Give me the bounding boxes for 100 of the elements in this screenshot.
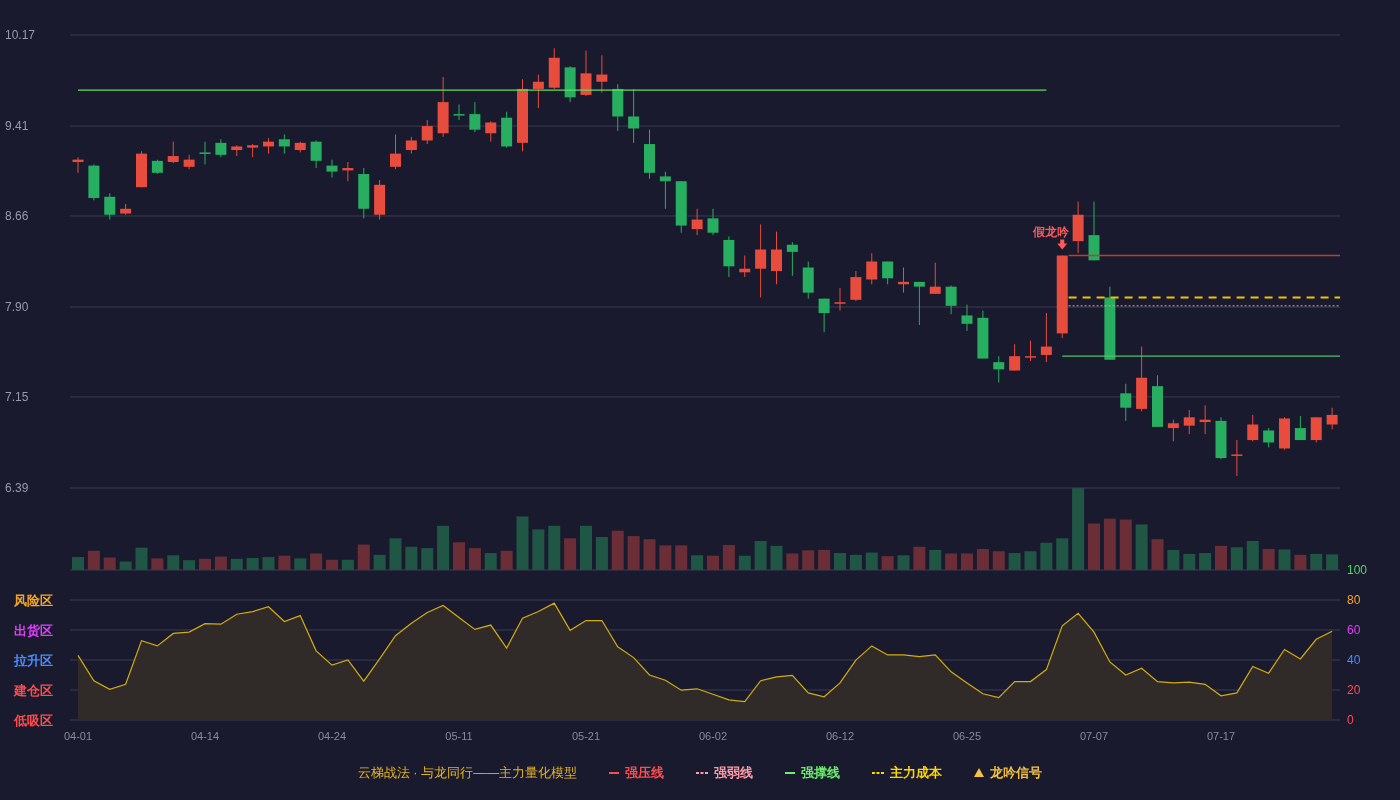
price-axis-label: 7.90 (5, 300, 29, 315)
candlestick (1088, 201, 1100, 261)
candlestick (580, 50, 592, 97)
legend-dash-icon (696, 771, 709, 774)
date-axis-label: 04-24 (317, 730, 347, 742)
candlestick (723, 235, 735, 278)
candlestick (977, 310, 989, 360)
candlestick (199, 141, 211, 165)
candlestick (771, 231, 782, 285)
price-axis-label: 8.66 (5, 208, 29, 223)
zone-label: 低吸区 (14, 713, 53, 728)
price-axis-label: 10.17 (5, 28, 36, 42)
date-axis-label: 04-01 (63, 730, 93, 742)
candlestick (564, 65, 576, 103)
candlestick (72, 156, 84, 174)
zone-label: 风险区 (14, 593, 53, 608)
legend-label: 主力成本 (890, 764, 943, 782)
zone-label: 出货区 (14, 623, 53, 638)
zone-label: 建仓区 (14, 683, 53, 698)
date-axis-label: 04-14 (190, 730, 220, 742)
price-axis-label: 7.15 (5, 389, 29, 404)
candlestick (120, 203, 132, 216)
date-axis-label: 05-11 (445, 730, 473, 742)
candlestick (1310, 416, 1322, 443)
candlestick (961, 304, 973, 332)
price-axis-label: 9.41 (5, 119, 29, 134)
candlestick (1183, 409, 1195, 435)
candlestick (167, 141, 179, 164)
indicator-axis-label: 20 (1347, 683, 1361, 697)
candlestick (1199, 404, 1211, 435)
signal-label: 假龙吟 (1033, 224, 1070, 239)
candlestick (358, 167, 370, 219)
candlestick (1167, 419, 1179, 442)
indicator-axis-label: 60 (1347, 623, 1361, 637)
candlestick (326, 159, 338, 179)
legend-dash-icon (872, 771, 885, 774)
date-axis-label: 05-21 (571, 730, 601, 742)
candlestick (786, 241, 798, 277)
indicator-axis-label: 40 (1347, 653, 1361, 667)
date-axis-label: 06-12 (825, 730, 855, 742)
indicator-axis-label: 0 (1347, 713, 1354, 727)
candlestick (898, 267, 909, 294)
candlestick (501, 111, 513, 149)
legend-label: 强压线 (625, 764, 665, 782)
triangle-icon (974, 768, 985, 778)
candlestick (850, 270, 862, 302)
candlestick (1263, 427, 1275, 448)
candlestick (1231, 439, 1243, 477)
candlestick (231, 144, 243, 157)
candlestick (342, 161, 354, 182)
candlestick (1040, 312, 1052, 363)
candlestick (882, 261, 894, 285)
candlestick (151, 159, 163, 175)
legend-label: 龙吟信号 (990, 764, 1043, 782)
candlestick (707, 208, 719, 236)
candlestick (278, 133, 290, 155)
candlestick (834, 287, 846, 312)
legend-title: 云梯战法 · 与龙同行——主力量化模型 (357, 764, 578, 782)
candlestick (739, 255, 751, 278)
date-axis-label: 07-07 (1079, 730, 1109, 742)
candlestick (993, 355, 1005, 384)
candlestick (929, 262, 941, 295)
indicator-axis-label: 80 (1347, 593, 1361, 607)
candlestick (1120, 383, 1132, 422)
candlestick (1215, 416, 1227, 460)
candlestick (1136, 346, 1148, 412)
indicator-axis-label: 100 (1347, 563, 1368, 577)
candlestick (945, 284, 957, 315)
date-axis-label: 06-25 (952, 730, 982, 742)
candlestick (1152, 374, 1163, 428)
zone-label: 拉升区 (14, 653, 53, 668)
candlestick (453, 104, 465, 121)
candlestick (294, 141, 306, 153)
candlestick (532, 74, 544, 109)
candlestick (1009, 343, 1021, 372)
candlestick (1025, 340, 1036, 362)
candlestick (421, 119, 433, 145)
candlestick (263, 137, 274, 155)
candlestick (247, 143, 259, 158)
candlestick (659, 171, 671, 210)
candlestick (104, 192, 116, 221)
candlestick (437, 76, 449, 138)
candlestick (644, 129, 655, 180)
candlestick (612, 83, 624, 132)
down-arrow-icon (1057, 239, 1068, 250)
candlestick (469, 101, 481, 133)
candlestick (866, 252, 878, 285)
candlestick (183, 154, 195, 170)
candlestick (310, 139, 322, 169)
candlestick (913, 281, 925, 326)
legend-label: 强撑线 (801, 764, 841, 782)
candlestick (215, 138, 227, 158)
candlestick (1072, 201, 1084, 254)
candlestick (390, 133, 401, 170)
candlestick (548, 47, 560, 90)
date-axis-label: 07-17 (1206, 730, 1236, 742)
candlestick (1326, 407, 1338, 430)
candlestick (675, 180, 687, 234)
candlestick (628, 88, 640, 144)
candlestick (405, 136, 417, 155)
